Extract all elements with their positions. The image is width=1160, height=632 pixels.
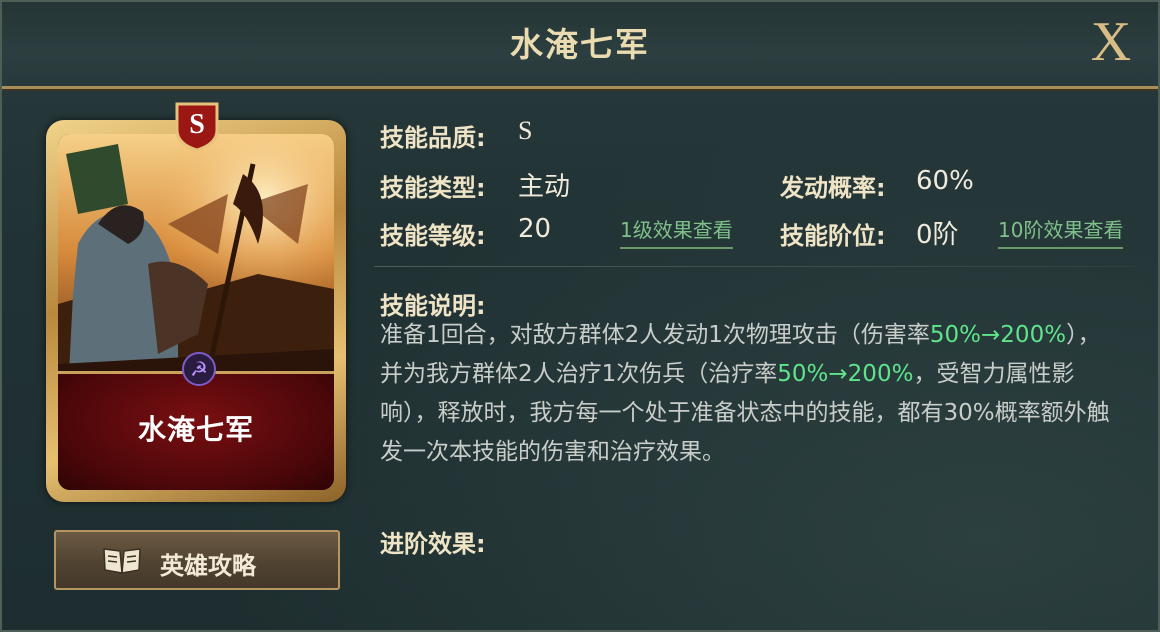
level-label: 技能等级: <box>380 222 486 250</box>
skill-detail-panel: 水淹七军 X ☭ 水淹七军 S 英雄攻略 技能品质: S 技能类型: 主动 发动… <box>0 0 1160 632</box>
card-frame: ☭ 水淹七军 <box>58 134 334 490</box>
quality-value: S <box>518 116 533 145</box>
tier-effect-link[interactable]: 10阶效果查看 <box>998 214 1124 249</box>
panel-title: 水淹七军 <box>510 25 650 64</box>
hero-guide-label: 英雄攻略 <box>160 552 256 580</box>
grade-letter: S <box>189 109 205 140</box>
level-value: 20 <box>518 214 552 244</box>
skill-card: ☭ 水淹七军 S <box>46 102 346 502</box>
title-bar: 水淹七军 X <box>2 2 1158 89</box>
type-value: 主动 <box>518 172 571 202</box>
level-effect-link[interactable]: 1级效果查看 <box>620 214 733 249</box>
hero-guide-button[interactable]: 英雄攻略 <box>54 530 340 590</box>
description-text-1: 准备1回合，对敌方群体2人发动1次物理攻击（伤害率 <box>380 322 930 348</box>
tier-label: 技能阶位: <box>780 222 886 250</box>
damage-rate-highlight: 50%→200% <box>929 322 1067 348</box>
quality-label: 技能品质: <box>380 124 486 152</box>
close-button[interactable]: X <box>1086 14 1136 70</box>
book-icon <box>103 548 141 574</box>
section-divider <box>374 266 1134 267</box>
faction-icon: ☭ <box>182 352 216 386</box>
heal-rate-highlight: 50%→200% <box>777 361 914 387</box>
advance-effect-label: 进阶效果: <box>380 530 486 558</box>
rate-label: 发动概率: <box>780 174 886 202</box>
type-label: 技能类型: <box>380 174 486 202</box>
grade-s-badge: S <box>174 100 220 152</box>
rate-value: 60% <box>916 166 974 196</box>
card-name-plate: ☭ 水淹七军 <box>58 352 334 490</box>
tier-value: 0阶 <box>916 220 959 250</box>
skill-description: 准备1回合，对敌方群体2人发动1次物理攻击（伤害率50%→200%），并为我方群… <box>380 316 1120 472</box>
card-skill-name: 水淹七军 <box>137 413 254 446</box>
